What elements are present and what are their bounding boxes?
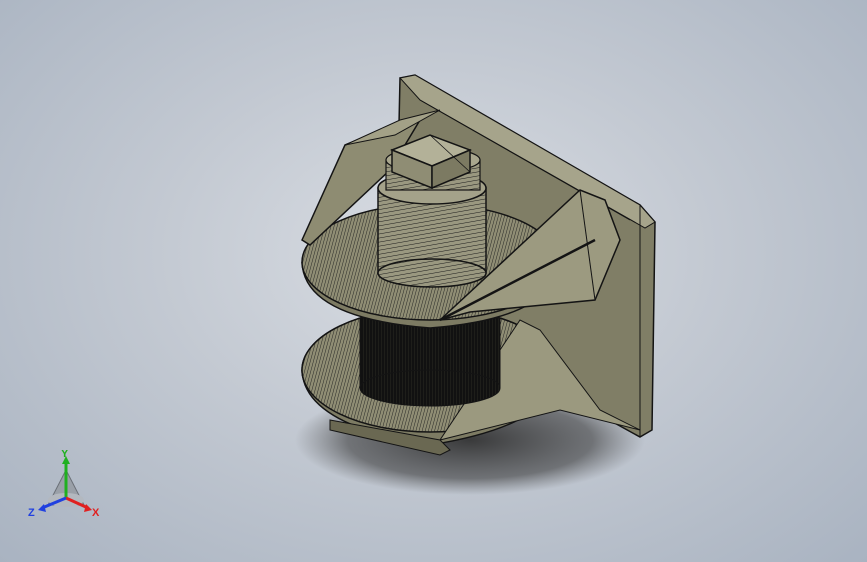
- coordinate-triad-icon: Y X Z: [28, 450, 100, 519]
- graphics-viewport[interactable]: Y X Z: [0, 0, 867, 562]
- triad-z-label: Z: [28, 507, 35, 519]
- part-model-icon[interactable]: [0, 0, 867, 562]
- triad-x-label: X: [92, 507, 100, 519]
- triad-y-label: Y: [61, 450, 69, 460]
